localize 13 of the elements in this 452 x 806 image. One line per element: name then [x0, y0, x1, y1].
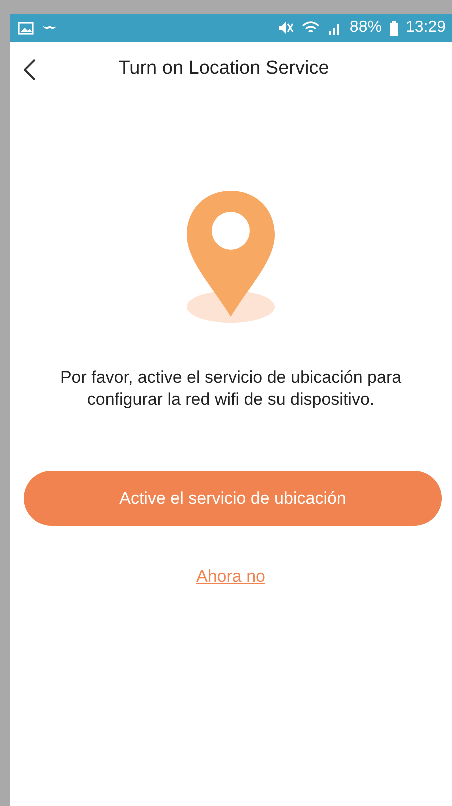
battery-icon	[390, 20, 398, 36]
battery-percent: 88%	[350, 18, 382, 38]
clock-time: 13:29	[406, 18, 446, 38]
mute-icon	[278, 21, 294, 35]
not-now-link[interactable]: Ahora no	[196, 567, 266, 586]
page-title: Turn on Location Service	[118, 57, 330, 82]
activate-location-button[interactable]: Active el servicio de ubicación	[24, 471, 442, 526]
signal-icon	[328, 21, 342, 35]
instruction-text: Por favor, active el servicio de ubicación para configurar la red wifi de su dispositivo.	[59, 367, 403, 412]
wifi-icon	[302, 21, 320, 35]
image-icon	[18, 22, 34, 34]
back-icon[interactable]	[24, 58, 36, 80]
mustache-icon	[42, 24, 58, 32]
